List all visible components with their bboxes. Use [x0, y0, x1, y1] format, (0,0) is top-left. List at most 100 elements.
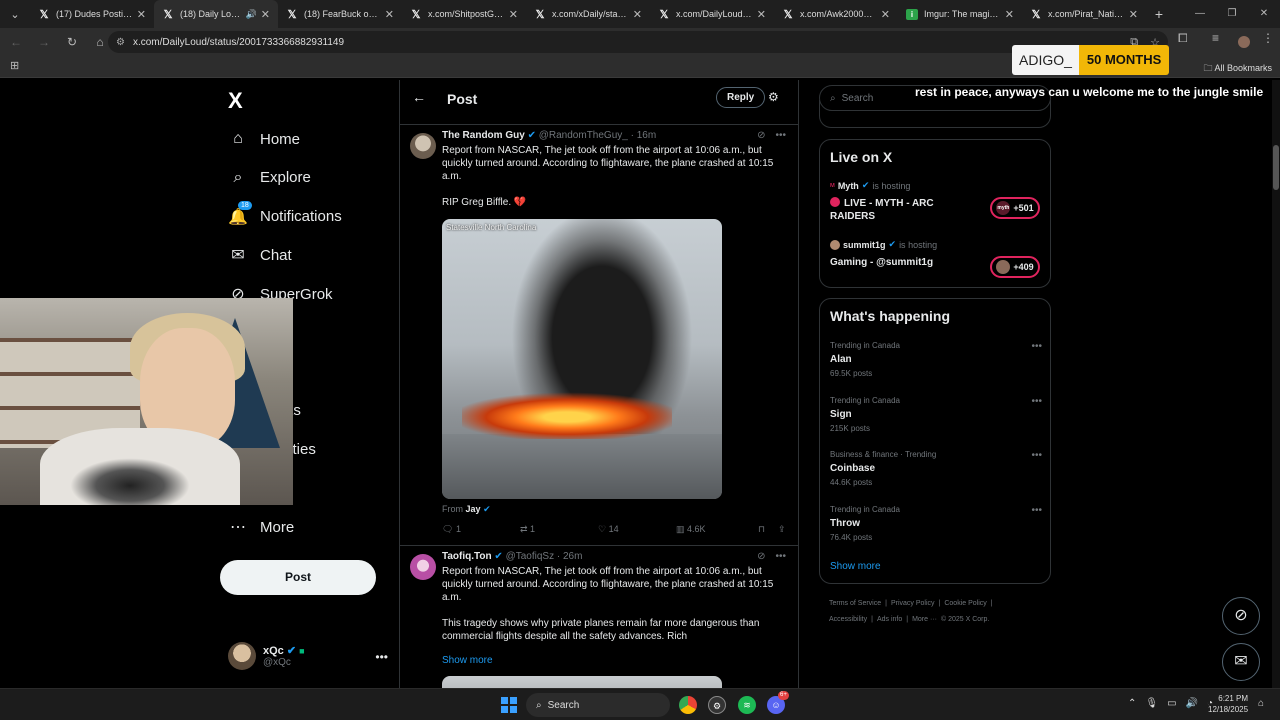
- close-tab-icon[interactable]: ✕: [509, 8, 518, 21]
- footer-link[interactable]: Accessibility: [829, 616, 867, 623]
- discord-app-icon[interactable]: ☺ 6+: [767, 691, 789, 714]
- trend-item[interactable]: Trending in Canada Alan 69.5K posts •••: [830, 341, 1042, 378]
- nav-item-chat[interactable]: ✉ Chat: [228, 241, 291, 269]
- nav-item-explore[interactable]: ⌕ Explore: [228, 164, 311, 192]
- post-video[interactable]: [442, 676, 722, 688]
- chrome-app-icon[interactable]: [679, 696, 697, 714]
- reading-list-icon[interactable]: ≡: [1212, 31, 1219, 45]
- trend-item[interactable]: Trending in Canada Throw 76.4K posts •••: [830, 505, 1042, 542]
- footer-link[interactable]: Terms of Service: [829, 600, 881, 607]
- clock[interactable]: 6:21 PM 12/18/2025: [1208, 693, 1248, 715]
- site-info-icon[interactable]: ⚙: [116, 37, 125, 48]
- live-stream-title[interactable]: LIVE - MYTH - ARC RAIDERS: [830, 197, 934, 223]
- more-dots-icon[interactable]: •••: [775, 130, 786, 141]
- more-dots-icon[interactable]: •••: [1031, 450, 1042, 461]
- close-tab-icon[interactable]: ✕: [1005, 8, 1014, 21]
- more-dots-icon[interactable]: •••: [1031, 396, 1042, 407]
- tab-search-button[interactable]: ⌄: [0, 0, 30, 28]
- apps-grid-icon[interactable]: ⊞: [10, 59, 19, 72]
- live-host[interactable]: summit1g ✔ is hosting: [830, 239, 937, 250]
- browser-tab[interactable]: 𝕏x.com/Pirat_Nation/s ✕: [1022, 0, 1146, 28]
- spotify-app-icon[interactable]: ≋: [738, 696, 756, 714]
- taskbar-search[interactable]: ⌕ Search: [526, 693, 670, 717]
- footer-link[interactable]: Cookie Policy: [944, 600, 986, 607]
- post-item[interactable]: The Random Guy ✔ @RandomTheGuy_ · 16m ⊘ …: [400, 124, 798, 545]
- back-button[interactable]: ←: [4, 35, 28, 49]
- all-bookmarks[interactable]: 🗀 All Bookmarks: [1203, 61, 1272, 77]
- grok-fab-button[interactable]: ⊘: [1222, 597, 1260, 635]
- post-time[interactable]: 26m: [563, 551, 582, 562]
- share-icon[interactable]: ⇪: [778, 524, 786, 535]
- close-tab-icon[interactable]: ✕: [881, 8, 890, 21]
- new-tab-button[interactable]: +: [1146, 6, 1172, 22]
- chevron-up-icon[interactable]: ⌃: [1128, 698, 1136, 709]
- more-dots-icon[interactable]: •••: [775, 551, 786, 562]
- browser-tab[interactable]: 𝕏x.com/Awk20000/stat ✕: [774, 0, 898, 28]
- extensions-icon[interactable]: ⧠: [1178, 31, 1188, 46]
- back-arrow-icon[interactable]: ←: [412, 89, 426, 105]
- notification-center-icon[interactable]: ⌂: [1258, 698, 1264, 709]
- author-handle[interactable]: @RandomTheGuy_: [539, 130, 628, 141]
- minimize-button[interactable]: —: [1184, 0, 1216, 28]
- live-listeners-pill[interactable]: +409: [990, 256, 1040, 278]
- avatar[interactable]: [410, 554, 436, 580]
- bookmark-icon[interactable]: ⊓: [758, 524, 778, 535]
- browser-tab[interactable]: 𝕏 (18) Daily Loud o 🔊 ✕: [154, 0, 278, 28]
- reply-action[interactable]: 🗨 1: [442, 524, 520, 535]
- steam-app-icon[interactable]: ⚙: [708, 696, 726, 714]
- filter-icon[interactable]: ⚙: [768, 90, 779, 104]
- nav-item-notifications[interactable]: 🔔 18 Notifications: [228, 200, 342, 231]
- show-more-link[interactable]: Show more: [442, 655, 493, 666]
- close-tab-icon[interactable]: ✕: [1129, 8, 1138, 21]
- browser-tab[interactable]: 𝕏 (18) FearBuck on X: " ✕: [278, 0, 402, 28]
- views-action[interactable]: ▥ 4.6K: [676, 524, 758, 535]
- url-bar[interactable]: ⚙ x.com/DailyLoud/status/200173336688293…: [108, 31, 1168, 53]
- nav-item-home[interactable]: ⌂ Home: [228, 125, 300, 153]
- tab-audio-icon[interactable]: 🔊: [246, 9, 257, 20]
- close-tab-icon[interactable]: ✕: [385, 8, 394, 21]
- more-dots-icon[interactable]: •••: [375, 650, 388, 664]
- close-tab-icon[interactable]: ✕: [757, 8, 766, 21]
- browser-menu-icon[interactable]: ⋮: [1262, 31, 1274, 45]
- post-button[interactable]: Post: [220, 560, 376, 595]
- microphone-icon[interactable]: 🎙: [1145, 698, 1158, 709]
- live-listeners-pill[interactable]: myth +501: [990, 197, 1040, 219]
- trend-item[interactable]: Business & finance · Trending Coinbase 44.…: [830, 450, 1042, 487]
- forward-button[interactable]: →: [32, 35, 56, 49]
- close-tab-icon[interactable]: ✕: [137, 8, 146, 21]
- more-dots-icon[interactable]: •••: [1031, 341, 1042, 352]
- author-name[interactable]: Taofiq.Ton: [442, 551, 492, 562]
- maximize-button[interactable]: ❐: [1216, 0, 1248, 28]
- show-more-link[interactable]: Show more: [830, 561, 881, 572]
- footer-link[interactable]: Privacy Policy: [891, 600, 935, 607]
- footer-link[interactable]: © 2025 X Corp.: [941, 616, 989, 623]
- scrollbar-thumb[interactable]: [1273, 145, 1279, 190]
- browser-tab[interactable]: 𝕏 (17) Dudes Posting Th ✕: [30, 0, 154, 28]
- more-dots-icon[interactable]: •••: [1031, 505, 1042, 516]
- reply-button[interactable]: Reply: [716, 87, 766, 108]
- messages-fab-button[interactable]: ✉: [1222, 643, 1260, 681]
- trend-item[interactable]: Trending in Canada Sign 215K posts •••: [830, 396, 1042, 433]
- grok-icon[interactable]: ⊘: [757, 551, 765, 562]
- grok-icon[interactable]: ⊘: [757, 130, 765, 141]
- browser-tab[interactable]: 𝕏x.com/xDaily/status/2 ✕: [526, 0, 650, 28]
- browser-tab[interactable]: 𝕏x.com/ShitpostGate/s ✕: [402, 0, 526, 28]
- footer-link[interactable]: Ads info: [877, 616, 902, 623]
- close-window-button[interactable]: ✕: [1248, 0, 1280, 28]
- author-name[interactable]: The Random Guy: [442, 130, 525, 141]
- close-tab-icon[interactable]: ✕: [633, 8, 642, 21]
- post-video[interactable]: Statesville North Carolina: [442, 219, 722, 499]
- profile-avatar-icon[interactable]: [1238, 36, 1250, 48]
- post-item[interactable]: Taofiq.Ton ✔ @TaofiqSz · 26m ⊘ ••• Repor…: [400, 545, 798, 688]
- browser-tab[interactable]: 𝕏x.com/DailyLoud/sta ✕: [650, 0, 774, 28]
- display-icon[interactable]: ▭: [1167, 698, 1176, 709]
- avatar[interactable]: [410, 133, 436, 159]
- start-button[interactable]: [501, 697, 517, 713]
- repost-action[interactable]: ⇄ 1: [520, 524, 598, 535]
- post-time[interactable]: 16m: [637, 130, 656, 141]
- footer-link[interactable]: More ···: [912, 616, 937, 623]
- x-logo-icon[interactable]: X: [228, 88, 243, 114]
- nav-item-more[interactable]: ⋯ More: [228, 513, 294, 541]
- browser-tab[interactable]: i Imgur: The magic of t ✕: [898, 0, 1022, 28]
- live-host[interactable]: ᴍ Myth ✔ is hosting: [830, 180, 910, 191]
